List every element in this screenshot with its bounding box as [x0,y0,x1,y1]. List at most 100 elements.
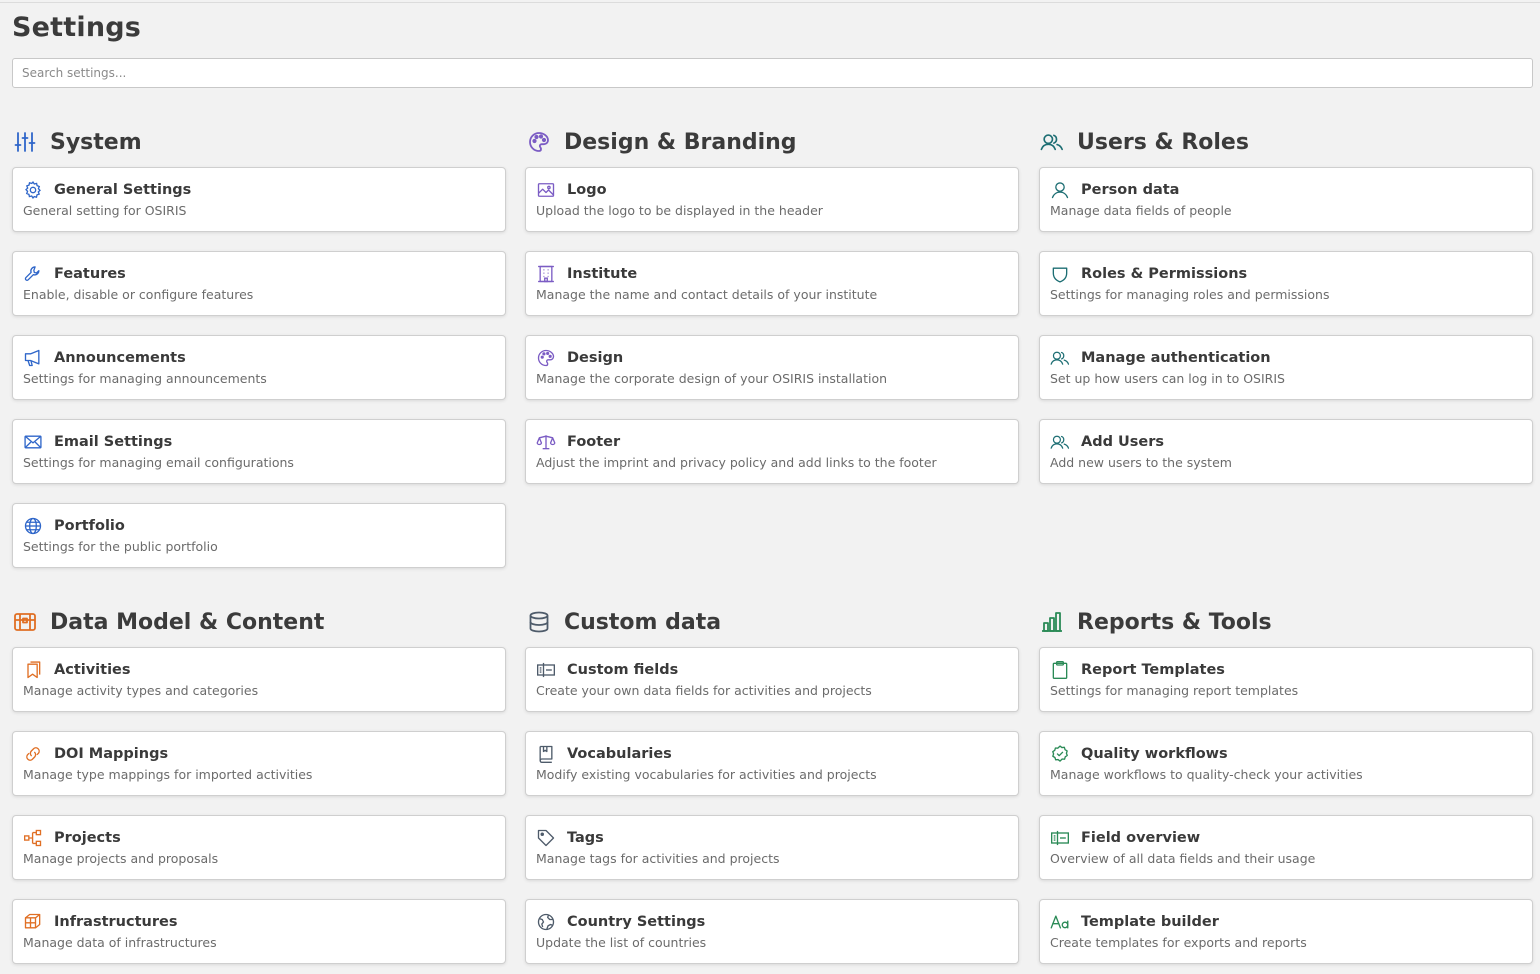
card-announcements[interactable]: Announcements Settings for managing anno… [12,335,506,400]
card-description: Settings for managing email configuratio… [23,455,294,470]
card-description: General setting for OSIRIS [23,203,187,218]
scales-icon [536,432,558,452]
treasure-chest-icon [12,609,38,635]
card-title: Country Settings [567,914,706,930]
card-portfolio[interactable]: Portfolio Settings for the public portfo… [12,503,506,568]
card-title: Email Settings [54,434,173,450]
card-description: Settings for the public portfolio [23,539,218,554]
card-title: Tags [567,830,604,846]
card-title: Roles & Permissions [1081,266,1248,282]
card-description: Add new users to the system [1050,455,1232,470]
card-add-users[interactable]: Add Users Add new users to the system [1039,419,1533,484]
card-description: Manage projects and proposals [23,851,219,866]
card-infrastructures[interactable]: Infrastructures Manage data of infrastru… [12,899,506,964]
card-general-settings[interactable]: General Settings General setting for OSI… [12,167,506,232]
seal-check-icon [1050,744,1072,764]
card-title: Add Users [1081,434,1165,450]
card-description: Upload the logo to be displayed in the h… [536,203,823,218]
card-title: Field overview [1081,830,1201,846]
card-title: Announcements [54,350,186,366]
palette-icon [526,129,552,155]
section-data-model-content: Data Model & Content [12,607,324,637]
card-report-templates[interactable]: Report Templates Settings for managing r… [1039,647,1533,712]
card-title: Quality workflows [1081,746,1228,762]
card-title: Activities [54,662,131,678]
card-description: Adjust the imprint and privacy policy an… [536,455,937,470]
card-manage-authentication[interactable]: Manage authentication Set up how users c… [1039,335,1533,400]
users-icon [1039,129,1065,155]
card-activities[interactable]: Activities Manage activity types and cat… [12,647,506,712]
section-reports-tools: Reports & Tools [1039,607,1272,637]
clipboard-icon [1050,660,1072,680]
section-title: Custom data [564,609,722,635]
book-icon [536,744,558,764]
section-custom-data: Custom data [526,607,721,637]
card-quality-workflows[interactable]: Quality workflows Manage workflows to qu… [1039,731,1533,796]
tree-structure-icon [23,828,45,848]
card-template-builder[interactable]: Template builder Create templates for ex… [1039,899,1533,964]
card-tags[interactable]: Tags Manage tags for activities and proj… [525,815,1019,880]
card-field-overview[interactable]: Field overview Overview of all data fiel… [1039,815,1533,880]
card-projects[interactable]: Projects Manage projects and proposals [12,815,506,880]
card-description: Manage type mappings for imported activi… [23,767,313,782]
section-title: Users & Roles [1077,129,1249,155]
users-icon [1050,348,1072,368]
card-title: Custom fields [567,662,679,678]
card-doi-mappings[interactable]: DOI Mappings Manage type mappings for im… [12,731,506,796]
text-aa-icon [1050,912,1072,932]
page-title: Settings [12,12,142,43]
bookmarks-icon [23,660,45,680]
card-description: Set up how users can log in to OSIRIS [1050,371,1285,386]
card-logo[interactable]: Logo Upload the logo to be displayed in … [525,167,1019,232]
card-description: Settings for managing report templates [1050,683,1299,698]
megaphone-icon [23,348,45,368]
card-description: Manage workflows to quality-check your a… [1050,767,1363,782]
cube-icon [23,912,45,932]
card-title: Manage authentication [1081,350,1271,366]
card-custom-fields[interactable]: Custom fields Create your own data field… [525,647,1019,712]
card-email-settings[interactable]: Email Settings Settings for managing ema… [12,419,506,484]
card-features[interactable]: Features Enable, disable or configure fe… [12,251,506,316]
globe-icon [23,516,45,536]
section-title: Design & Branding [564,129,797,155]
card-vocabularies[interactable]: Vocabularies Modify existing vocabularie… [525,731,1019,796]
users-icon [1050,432,1072,452]
envelope-icon [23,432,45,452]
card-description: Create your own data fields for activiti… [536,683,872,698]
card-design[interactable]: Design Manage the corporate design of yo… [525,335,1019,400]
card-description: Manage activity types and categories [23,683,259,698]
search-input[interactable] [12,58,1533,88]
card-description: Enable, disable or configure features [23,287,254,302]
card-roles-permissions[interactable]: Roles & Permissions Settings for managin… [1039,251,1533,316]
link-icon [23,744,45,764]
textbox-icon [536,660,558,680]
section-system: System [12,127,142,157]
card-description: Overview of all data fields and their us… [1050,851,1316,866]
shield-icon [1050,264,1072,284]
card-person-data[interactable]: Person data Manage data fields of people [1039,167,1533,232]
wrench-icon [23,264,45,284]
image-icon [536,180,558,200]
card-description: Manage data fields of people [1050,203,1232,218]
card-description: Create templates for exports and reports [1050,935,1307,950]
tag-icon [536,828,558,848]
card-description: Manage the corporate design of your OSIR… [536,371,888,386]
card-title: Person data [1081,182,1180,198]
card-title: DOI Mappings [54,746,169,762]
card-description: Manage the name and contact details of y… [536,287,878,302]
card-title: Features [54,266,126,282]
card-title: Institute [567,266,638,282]
card-description: Settings for managing announcements [23,371,267,386]
section-users-roles: Users & Roles [1039,127,1249,157]
card-institute[interactable]: Institute Manage the name and contact de… [525,251,1019,316]
card-description: Modify existing vocabularies for activit… [536,767,877,782]
card-title: Template builder [1081,914,1219,930]
database-icon [526,609,552,635]
building-icon [536,264,558,284]
card-title: General Settings [54,182,192,198]
globe-hemisphere-icon [536,912,558,932]
card-country-settings[interactable]: Country Settings Update the list of coun… [525,899,1019,964]
card-footer[interactable]: Footer Adjust the imprint and privacy po… [525,419,1019,484]
chart-bar-icon [1039,609,1065,635]
card-title: Design [567,350,624,366]
